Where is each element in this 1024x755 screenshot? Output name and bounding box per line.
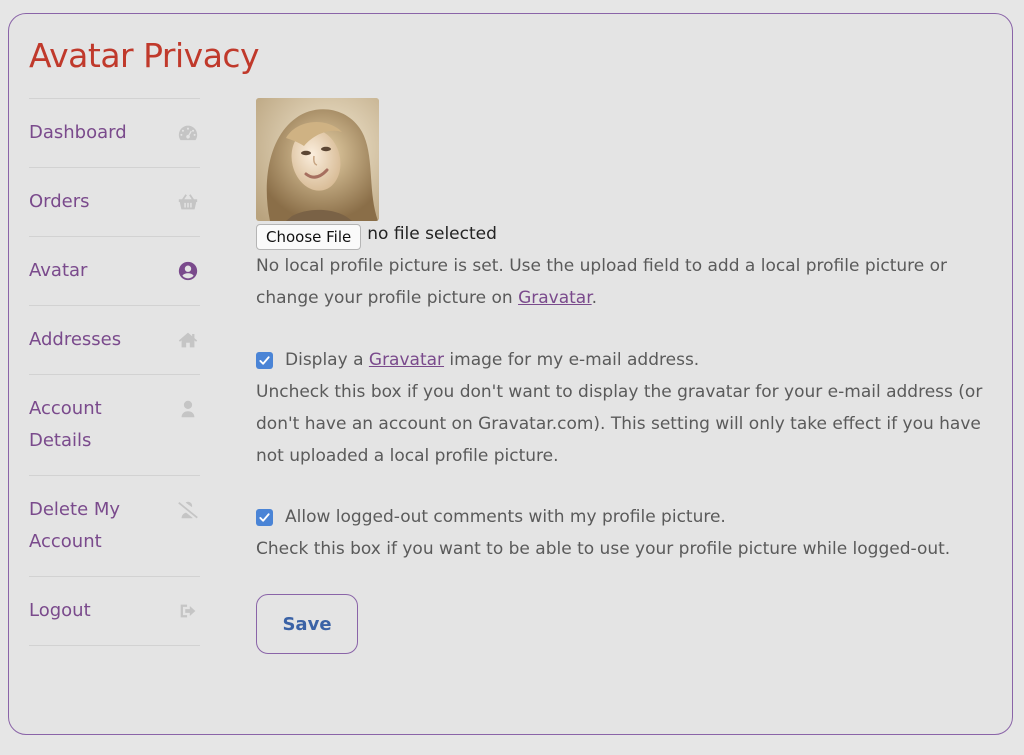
- account-navigation: Dashboard Orders Avatar Addresses Accoun…: [29, 98, 200, 646]
- user-slash-icon: [176, 498, 200, 522]
- sidebar-item-label: Dashboard: [29, 122, 127, 143]
- sidebar-item-delete-account[interactable]: Delete My Account: [29, 476, 200, 577]
- sidebar-item-label: Orders: [29, 191, 90, 212]
- sidebar-item-label: Addresses: [29, 329, 122, 350]
- sidebar-item-dashboard[interactable]: Dashboard: [29, 99, 200, 168]
- sidebar-item-label: Delete My Account: [29, 499, 121, 552]
- gravatar-option-description: Uncheck this box if you don't want to di…: [256, 382, 983, 466]
- sign-out-icon: [176, 599, 200, 623]
- user-circle-icon: [176, 259, 200, 283]
- basket-icon: [176, 190, 200, 214]
- no-local-picture-notice: No local profile picture is set. Use the…: [256, 256, 948, 308]
- sidebar-item-label: Avatar: [29, 260, 88, 281]
- dashboard-gauge-icon: [176, 121, 200, 145]
- file-upload: Choose File no file selected: [256, 224, 991, 250]
- logged-out-comments-label[interactable]: Allow logged-out comments with my profil…: [285, 501, 726, 533]
- sidebar-item-orders[interactable]: Orders: [29, 168, 200, 237]
- account-panel: Avatar Privacy Dashboard Orders Avatar A…: [8, 13, 1013, 735]
- save-button[interactable]: Save: [256, 594, 358, 654]
- user-icon: [176, 397, 200, 421]
- gravatar-checkbox[interactable]: [256, 351, 273, 369]
- gravatar-checkbox-label[interactable]: Display a Gravatar image for my e-mail a…: [285, 344, 699, 376]
- gravatar-option: Display a Gravatar image for my e-mail a…: [256, 344, 991, 472]
- sidebar-item-logout[interactable]: Logout: [29, 577, 200, 646]
- sidebar-item-label: Logout: [29, 600, 91, 621]
- sidebar-item-account-details[interactable]: Account Details: [29, 375, 200, 476]
- gravatar-label-link[interactable]: Gravatar: [369, 350, 444, 370]
- file-status-text: no file selected: [367, 224, 497, 244]
- sidebar-item-label: Account Details: [29, 398, 102, 451]
- page-title: Avatar Privacy: [29, 36, 260, 75]
- comments-option-description: Check this box if you want to be able to…: [256, 539, 951, 559]
- sidebar-item-avatar[interactable]: Avatar: [29, 237, 200, 306]
- home-icon: [176, 328, 200, 352]
- avatar-settings: Choose File no file selected No local pr…: [256, 98, 991, 654]
- avatar-image: [256, 98, 379, 221]
- choose-file-button[interactable]: Choose File: [256, 224, 362, 250]
- sidebar-item-addresses[interactable]: Addresses: [29, 306, 200, 375]
- logged-out-comments-checkbox[interactable]: [256, 508, 273, 526]
- gravatar-link[interactable]: Gravatar: [518, 288, 592, 308]
- comments-option: Allow logged-out comments with my profil…: [256, 501, 991, 565]
